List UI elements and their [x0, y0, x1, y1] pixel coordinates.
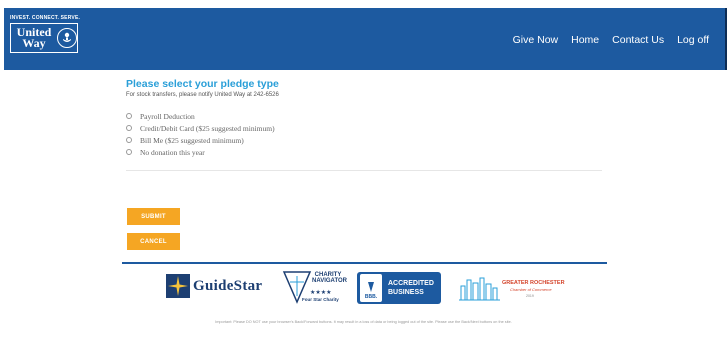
pledge-form: Please select your pledge type For stock… [126, 78, 602, 171]
bbb-short-label: BBB. [364, 294, 378, 300]
charity-navigator-badge[interactable]: CHARITY NAVIGATOR ★★★★ Four Star Charity [282, 270, 348, 306]
option-label: No donation this year [140, 147, 205, 157]
bbb-badge[interactable]: BBB. ACCREDITED BUSINESS [357, 272, 441, 304]
accreditation-badges: GuideStar CHARITY NAVIGATOR ★★★★ Four St… [0, 270, 727, 310]
nav-home[interactable]: Home [571, 34, 599, 46]
rating-stars: ★★★★ [310, 290, 332, 296]
skyline-icon [459, 277, 500, 301]
option-label: Credit/Debit Card ($25 suggested minimum… [140, 123, 275, 133]
submit-button[interactable]: SUBMIT [127, 208, 180, 225]
option-credit-debit-card[interactable]: Credit/Debit Card ($25 suggested minimum… [126, 122, 602, 134]
united-way-logo[interactable]: United Way [10, 23, 78, 53]
guidestar-label: GuideStar [193, 277, 263, 294]
logo-line-2: Way [22, 36, 46, 50]
cancel-button[interactable]: CANCEL [127, 233, 180, 250]
divider [126, 170, 602, 171]
bbb-line-2: BUSINESS [388, 289, 424, 296]
radio-button[interactable] [126, 137, 132, 143]
rochester-chamber-badge[interactable]: GREATER ROCHESTER Chamber of Commerce 20… [458, 274, 568, 304]
bbb-logo: BBB. [360, 274, 382, 302]
option-no-donation[interactable]: No donation this year [126, 146, 602, 158]
radio-button[interactable] [126, 113, 132, 119]
site-header: INVEST. CONNECT. SERVE. United Way Give … [4, 8, 727, 70]
option-bill-me[interactable]: Bill Me ($25 suggested minimum) [126, 134, 602, 146]
charity-navigator-rating: Four Star Charity [302, 297, 339, 302]
main-nav: Give Now Home Contact Us Log off [513, 34, 709, 46]
nav-give-now[interactable]: Give Now [513, 34, 559, 46]
radio-button[interactable] [126, 125, 132, 131]
bbb-line-1: ACCREDITED [388, 280, 434, 287]
radio-button[interactable] [126, 149, 132, 155]
nav-contact-us[interactable]: Contact Us [612, 34, 664, 46]
logo-tagline: INVEST. CONNECT. SERVE. [10, 15, 81, 21]
logo-wordmark: United Way [11, 26, 57, 50]
top-strip [0, 0, 727, 8]
hand-icon [63, 32, 71, 42]
guidestar-badge[interactable]: GuideStar [166, 274, 262, 298]
star-burst-icon [166, 274, 190, 298]
chamber-name: GREATER ROCHESTER [502, 280, 565, 286]
charity-navigator-name: CHARITY NAVIGATOR [312, 272, 348, 284]
nav-log-off[interactable]: Log off [677, 34, 709, 46]
page-title: Please select your pledge type [126, 78, 279, 90]
hand-emblem-icon [57, 28, 77, 48]
pledge-options: Payroll Deduction Credit/Debit Card ($25… [126, 110, 602, 158]
chamber-year: 2019 [526, 294, 534, 298]
option-label: Payroll Deduction [140, 111, 195, 121]
footer-divider [122, 262, 607, 264]
chamber-subname: Chamber of Commerce [510, 287, 552, 292]
footer-disclaimer: Important: Please DO NOT use your browse… [215, 320, 512, 324]
torch-icon [368, 282, 374, 292]
option-payroll-deduction[interactable]: Payroll Deduction [126, 110, 602, 122]
option-label: Bill Me ($25 suggested minimum) [140, 135, 244, 145]
page-subtitle: For stock transfers, please notify Unite… [126, 92, 279, 98]
bbb-text: ACCREDITED BUSINESS [388, 279, 434, 297]
